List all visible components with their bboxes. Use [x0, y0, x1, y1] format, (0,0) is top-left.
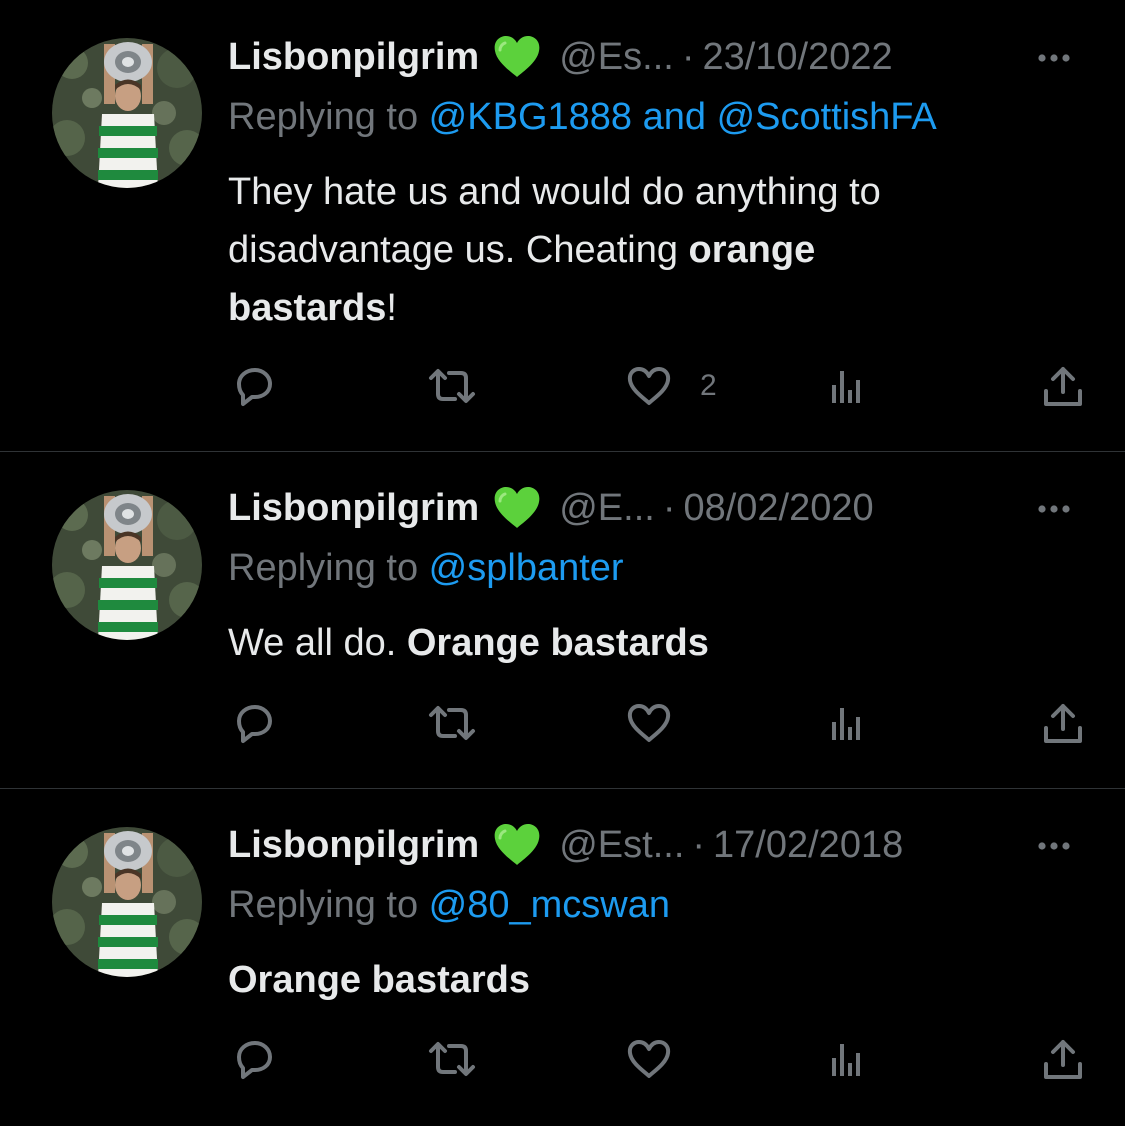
- reply-icon: [228, 1034, 278, 1084]
- like-icon: [624, 698, 674, 748]
- retweet-icon: [424, 361, 480, 411]
- mention-link-splbanter[interactable]: @splbanter: [429, 547, 624, 589]
- avatar-image: [52, 38, 202, 188]
- replying-to-line: Replying to @splbanter: [228, 547, 624, 590]
- reply-button[interactable]: [228, 698, 278, 748]
- green-heart-icon: [493, 823, 541, 867]
- like-icon: [624, 361, 674, 411]
- user-handle[interactable]: @Es...: [559, 36, 674, 79]
- action-bar: 2: [228, 361, 1088, 411]
- action-bar: [228, 1034, 1088, 1084]
- avatar-image: [52, 490, 202, 640]
- like-button[interactable]: [624, 1034, 674, 1084]
- replying-to-line: Replying to @80_mcswan: [228, 884, 670, 927]
- views-button[interactable]: [822, 361, 872, 411]
- mention-link-kbg1888[interactable]: @KBG1888: [429, 96, 632, 138]
- more-options-icon[interactable]: [1029, 38, 1079, 78]
- like-button[interactable]: [624, 698, 674, 748]
- mention-link-80-mcswan[interactable]: @80_mcswan: [429, 884, 670, 926]
- like-icon: [624, 1034, 674, 1084]
- retweet-icon: [424, 1034, 480, 1084]
- separator-dot: ·: [692, 823, 706, 866]
- tweet-text: We all do. Orange bastards: [228, 614, 1058, 672]
- tweet-text: Orange bastards: [228, 951, 1058, 1009]
- avatar[interactable]: [52, 38, 202, 188]
- display-name[interactable]: Lisbonpilgrim: [228, 487, 479, 530]
- tweet-date[interactable]: 08/02/2020: [683, 487, 873, 530]
- display-name[interactable]: Lisbonpilgrim: [228, 824, 479, 867]
- tweet-text-line: They hate us and would do anything to: [228, 171, 881, 213]
- share-icon: [1038, 698, 1088, 748]
- views-icon: [822, 698, 872, 748]
- tweet-text-punctuation: !: [386, 287, 397, 329]
- green-heart-icon: [493, 35, 541, 79]
- reply-button[interactable]: [228, 361, 278, 411]
- avatar[interactable]: [52, 490, 202, 640]
- reply-button[interactable]: [228, 1034, 278, 1084]
- tweet-text: They hate us and would do anything to di…: [228, 163, 1058, 337]
- user-handle[interactable]: @Est...: [559, 824, 684, 867]
- user-handle[interactable]: @E...: [559, 487, 655, 530]
- retweet-icon: [424, 698, 480, 748]
- views-button[interactable]: [822, 698, 872, 748]
- tweet-header: Lisbonpilgrim @E... · 08/02/2020: [228, 483, 1085, 533]
- action-bar: [228, 698, 1088, 748]
- tweet-text-bold: orange: [688, 229, 816, 271]
- mention-joiner[interactable]: and: [632, 96, 717, 138]
- replying-to-label: Replying to: [228, 96, 429, 138]
- tweet-date[interactable]: 23/10/2022: [702, 36, 892, 79]
- more-options-icon[interactable]: [1029, 489, 1079, 529]
- avatar[interactable]: [52, 827, 202, 977]
- avatar-image: [52, 827, 202, 977]
- reply-icon: [228, 698, 278, 748]
- replying-to-label: Replying to: [228, 547, 429, 589]
- tweet-text-line: disadvantage us. Cheating: [228, 229, 689, 271]
- tweet-text-bold: Orange bastards: [406, 622, 709, 664]
- views-icon: [822, 361, 872, 411]
- mention-link-scottishfa[interactable]: @ScottishFA: [717, 96, 937, 138]
- tweet-date[interactable]: 17/02/2018: [713, 824, 903, 867]
- retweet-button[interactable]: [424, 698, 480, 748]
- replying-to-label: Replying to: [228, 884, 429, 926]
- display-name[interactable]: Lisbonpilgrim: [228, 36, 479, 79]
- share-icon: [1038, 361, 1088, 411]
- separator-dot: ·: [681, 35, 695, 78]
- like-count: 2: [700, 369, 717, 402]
- views-icon: [822, 1034, 872, 1084]
- share-button[interactable]: [1038, 361, 1088, 411]
- tweet-header: Lisbonpilgrim @Est... · 17/02/2018: [228, 820, 1085, 870]
- retweet-button[interactable]: [424, 1034, 480, 1084]
- views-button[interactable]: [822, 1034, 872, 1084]
- tweet-text-line: We all do.: [228, 622, 407, 664]
- tweet-text-bold: Orange bastards: [228, 959, 530, 1001]
- share-button[interactable]: [1038, 698, 1088, 748]
- more-options-icon[interactable]: [1029, 826, 1079, 866]
- share-button[interactable]: [1038, 1034, 1088, 1084]
- tweet-header: Lisbonpilgrim @Es... · 23/10/2022: [228, 32, 1085, 82]
- share-icon: [1038, 1034, 1088, 1084]
- like-button[interactable]: 2: [624, 361, 717, 411]
- reply-icon: [228, 361, 278, 411]
- retweet-button[interactable]: [424, 361, 480, 411]
- green-heart-icon: [493, 486, 541, 530]
- tweet-text-bold: bastards: [228, 287, 387, 329]
- separator-dot: ·: [662, 486, 676, 529]
- replying-to-line: Replying to @KBG1888 and @ScottishFA: [228, 96, 937, 139]
- tweet-feed: Lisbonpilgrim @Es... · 23/10/2022 Replyi…: [0, 0, 1125, 1126]
